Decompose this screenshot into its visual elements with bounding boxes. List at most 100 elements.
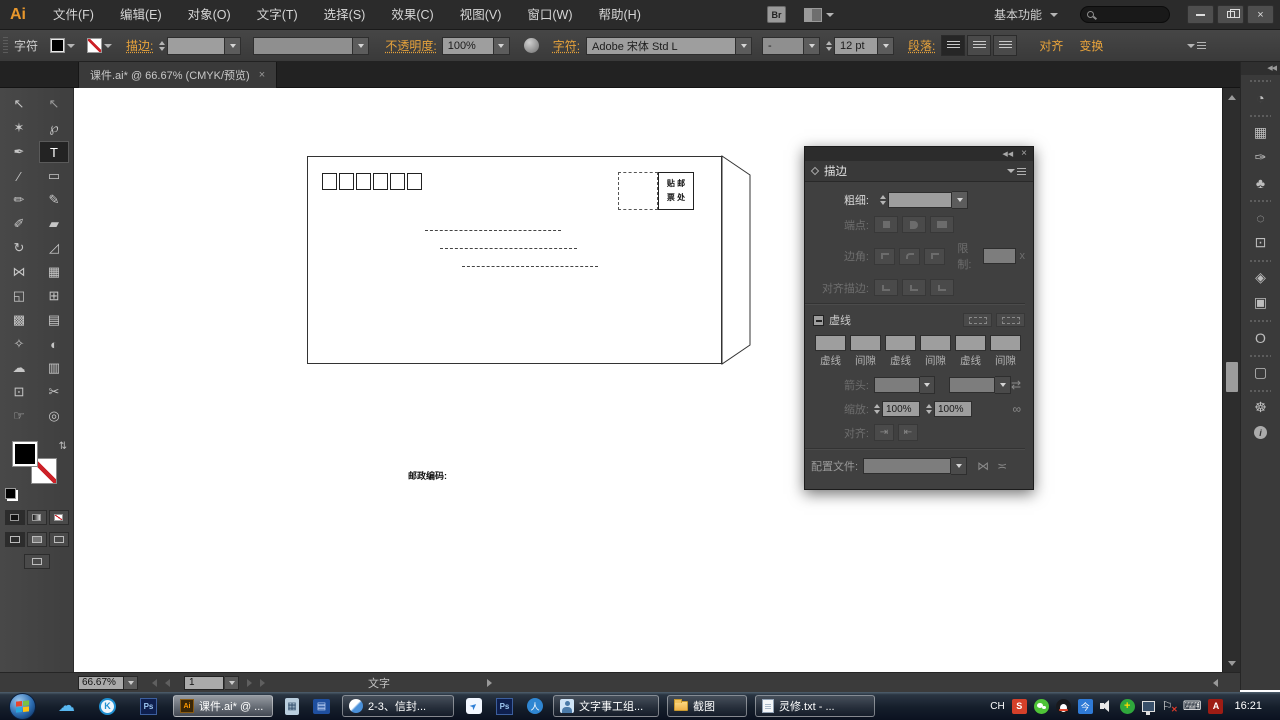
arrowhead-start-select[interactable]	[874, 377, 920, 393]
swatches-icon[interactable]: ▦	[1241, 120, 1280, 145]
align-stroke-inside-button[interactable]	[902, 279, 926, 296]
symbols-icon[interactable]: ♣	[1241, 170, 1280, 195]
flip-across-icon[interactable]: ≍	[997, 459, 1007, 473]
minimize-button[interactable]	[1187, 5, 1214, 24]
stroke-weight-arrow-icon[interactable]	[225, 36, 242, 55]
pen-tool[interactable]: ✒	[4, 141, 34, 163]
vertical-scroll-thumb[interactable]	[1226, 362, 1238, 392]
fill-arrow-icon[interactable]	[67, 43, 76, 48]
artboard-arrow-icon[interactable]	[225, 675, 239, 690]
paragraph-link[interactable]: 段落:	[908, 37, 935, 54]
font-style-select[interactable]: -	[762, 36, 805, 55]
fill-black-swatch[interactable]	[12, 441, 38, 467]
photoshop-icon-2[interactable]: Ps	[496, 697, 513, 715]
miter-join-button[interactable]	[874, 247, 896, 265]
next-artboard-icon[interactable]	[247, 678, 252, 687]
direct-selection-tool[interactable]: ↖	[39, 93, 69, 115]
document-tab[interactable]: 课件.ai* @ 66.67% (CMYK/预览) ×	[78, 62, 278, 88]
scale-start-value[interactable]: 100%	[882, 401, 920, 417]
blend-tool[interactable]: ◐	[39, 333, 69, 355]
stamp-label-box[interactable]: 贴 邮 票 处	[658, 172, 694, 210]
fill-color-swatch[interactable]	[50, 38, 66, 53]
close-panel-icon[interactable]: ×	[1021, 149, 1027, 159]
round-cap-button[interactable]	[902, 216, 926, 233]
workspace-arrow-icon[interactable]	[1050, 12, 1058, 17]
task-envelope-video[interactable]: 2-3、信封...	[342, 695, 454, 717]
draw-normal-button[interactable]	[4, 532, 25, 547]
zoom-arrow-icon[interactable]	[124, 675, 138, 690]
vertical-scrollbar[interactable]	[1222, 88, 1240, 672]
postal-box[interactable]	[390, 173, 405, 190]
rotate-tool[interactable]: ↻	[4, 237, 34, 259]
arrange-documents-arrow-icon[interactable]	[825, 12, 834, 17]
flip-along-icon[interactable]: ⋈	[977, 459, 989, 473]
stroke-arrow-icon[interactable]	[104, 43, 113, 48]
gap-value-1[interactable]	[850, 335, 881, 351]
rectangle-tool[interactable]: ▭	[39, 165, 69, 187]
menu-help[interactable]: 帮助(H)	[586, 0, 654, 30]
postal-code-boxes[interactable]	[322, 173, 422, 190]
stroke-panel-titlebar[interactable]: ◀◀ ×	[805, 147, 1033, 161]
workspace-switcher[interactable]: 基本功能	[994, 6, 1042, 23]
menu-object[interactable]: 对象(O)	[175, 0, 244, 30]
perspective-grid-tool[interactable]: ⊞	[39, 285, 69, 307]
shape-builder-tool[interactable]: ◱	[4, 285, 34, 307]
clock[interactable]: 16:21	[1234, 700, 1262, 712]
dock-grip[interactable]	[1250, 260, 1271, 262]
transform-panel-link[interactable]: 变换	[1079, 37, 1103, 54]
layers-icon[interactable]: ◈	[1241, 265, 1280, 290]
preserve-dash-button[interactable]	[963, 313, 992, 327]
swap-fill-stroke-icon[interactable]: ⇅	[59, 441, 67, 452]
align-panel-link[interactable]: 对齐	[1039, 37, 1063, 54]
security-shield-icon[interactable]: +	[1119, 698, 1135, 714]
artboard-tool[interactable]: ⊡	[4, 381, 34, 403]
font-family-select[interactable]: Adobe 宋体 Std L	[586, 36, 737, 55]
expand-panels-icon[interactable]: ◀◀	[1241, 62, 1280, 75]
blob-brush-tool[interactable]: ✐	[4, 213, 34, 235]
character-link[interactable]: 字符:	[553, 37, 580, 54]
canvas[interactable]: 贴 邮 票 处 邮政编码:	[74, 88, 1222, 672]
start-button[interactable]	[9, 692, 36, 720]
transparency-icon[interactable]: ◌	[1241, 205, 1280, 230]
brushes-icon[interactable]: ✑	[1241, 145, 1280, 170]
variable-width-profile[interactable]	[253, 36, 354, 55]
paintbrush-tool[interactable]: ✏	[4, 189, 34, 211]
dashed-line-checkbox[interactable]	[813, 314, 824, 326]
free-transform-tool[interactable]: ▦	[39, 261, 69, 283]
eraser-tool[interactable]: ▰	[39, 213, 69, 235]
task-screenshot[interactable]: 截图	[667, 695, 747, 717]
gap-value-3[interactable]	[990, 335, 1021, 351]
align-arrow-tip-button[interactable]: ⇥	[874, 424, 894, 441]
stroke-color-swatch[interactable]	[87, 38, 103, 53]
task-illustrator[interactable]: Ai 课件.ai* @ ...	[173, 695, 273, 717]
stroke-weight-stepper[interactable]	[159, 40, 166, 51]
control-bar-grip[interactable]	[3, 36, 8, 55]
eyedropper-tool[interactable]: ✧	[4, 333, 34, 355]
restore-button[interactable]	[1217, 5, 1244, 24]
width-tool[interactable]: ⋈	[4, 261, 34, 283]
font-size-arrow-icon[interactable]	[878, 36, 895, 55]
artboards-icon[interactable]: ▣	[1241, 290, 1280, 315]
font-size-value[interactable]: 12 pt	[834, 36, 879, 55]
action-center-flag-icon[interactable]: ⚐ ✕	[1162, 699, 1178, 714]
color-mode-button[interactable]	[4, 510, 25, 525]
prev-artboard-icon[interactable]	[165, 678, 170, 687]
task-wenzi-group[interactable]: 文字事工组...	[553, 695, 659, 717]
menu-file[interactable]: 文件(F)	[40, 0, 107, 30]
font-size-stepper[interactable]	[826, 40, 833, 51]
dash-value-3[interactable]	[955, 335, 986, 351]
input-method-icon[interactable]: ⌨	[1183, 698, 1202, 714]
scale-end-stepper[interactable]	[926, 404, 932, 414]
jin-app-icon[interactable]: 今	[1077, 698, 1093, 714]
scroll-down-icon[interactable]	[1223, 656, 1241, 670]
media-player-icon[interactable]: ▤	[313, 698, 330, 714]
scroll-left-icon[interactable]	[1213, 678, 1218, 687]
envelope-flap[interactable]	[721, 155, 751, 365]
collapse-panel-icon[interactable]: ◀◀	[1002, 150, 1013, 158]
opacity-link[interactable]: 不透明度:	[385, 37, 436, 54]
draw-inside-button[interactable]	[48, 532, 69, 547]
scale-end-value[interactable]: 100%	[934, 401, 972, 417]
slice-tool[interactable]: ✂	[39, 381, 69, 403]
wechat-icon[interactable]	[1033, 698, 1049, 714]
swap-arrowheads-icon[interactable]: ⇄	[1011, 378, 1021, 392]
